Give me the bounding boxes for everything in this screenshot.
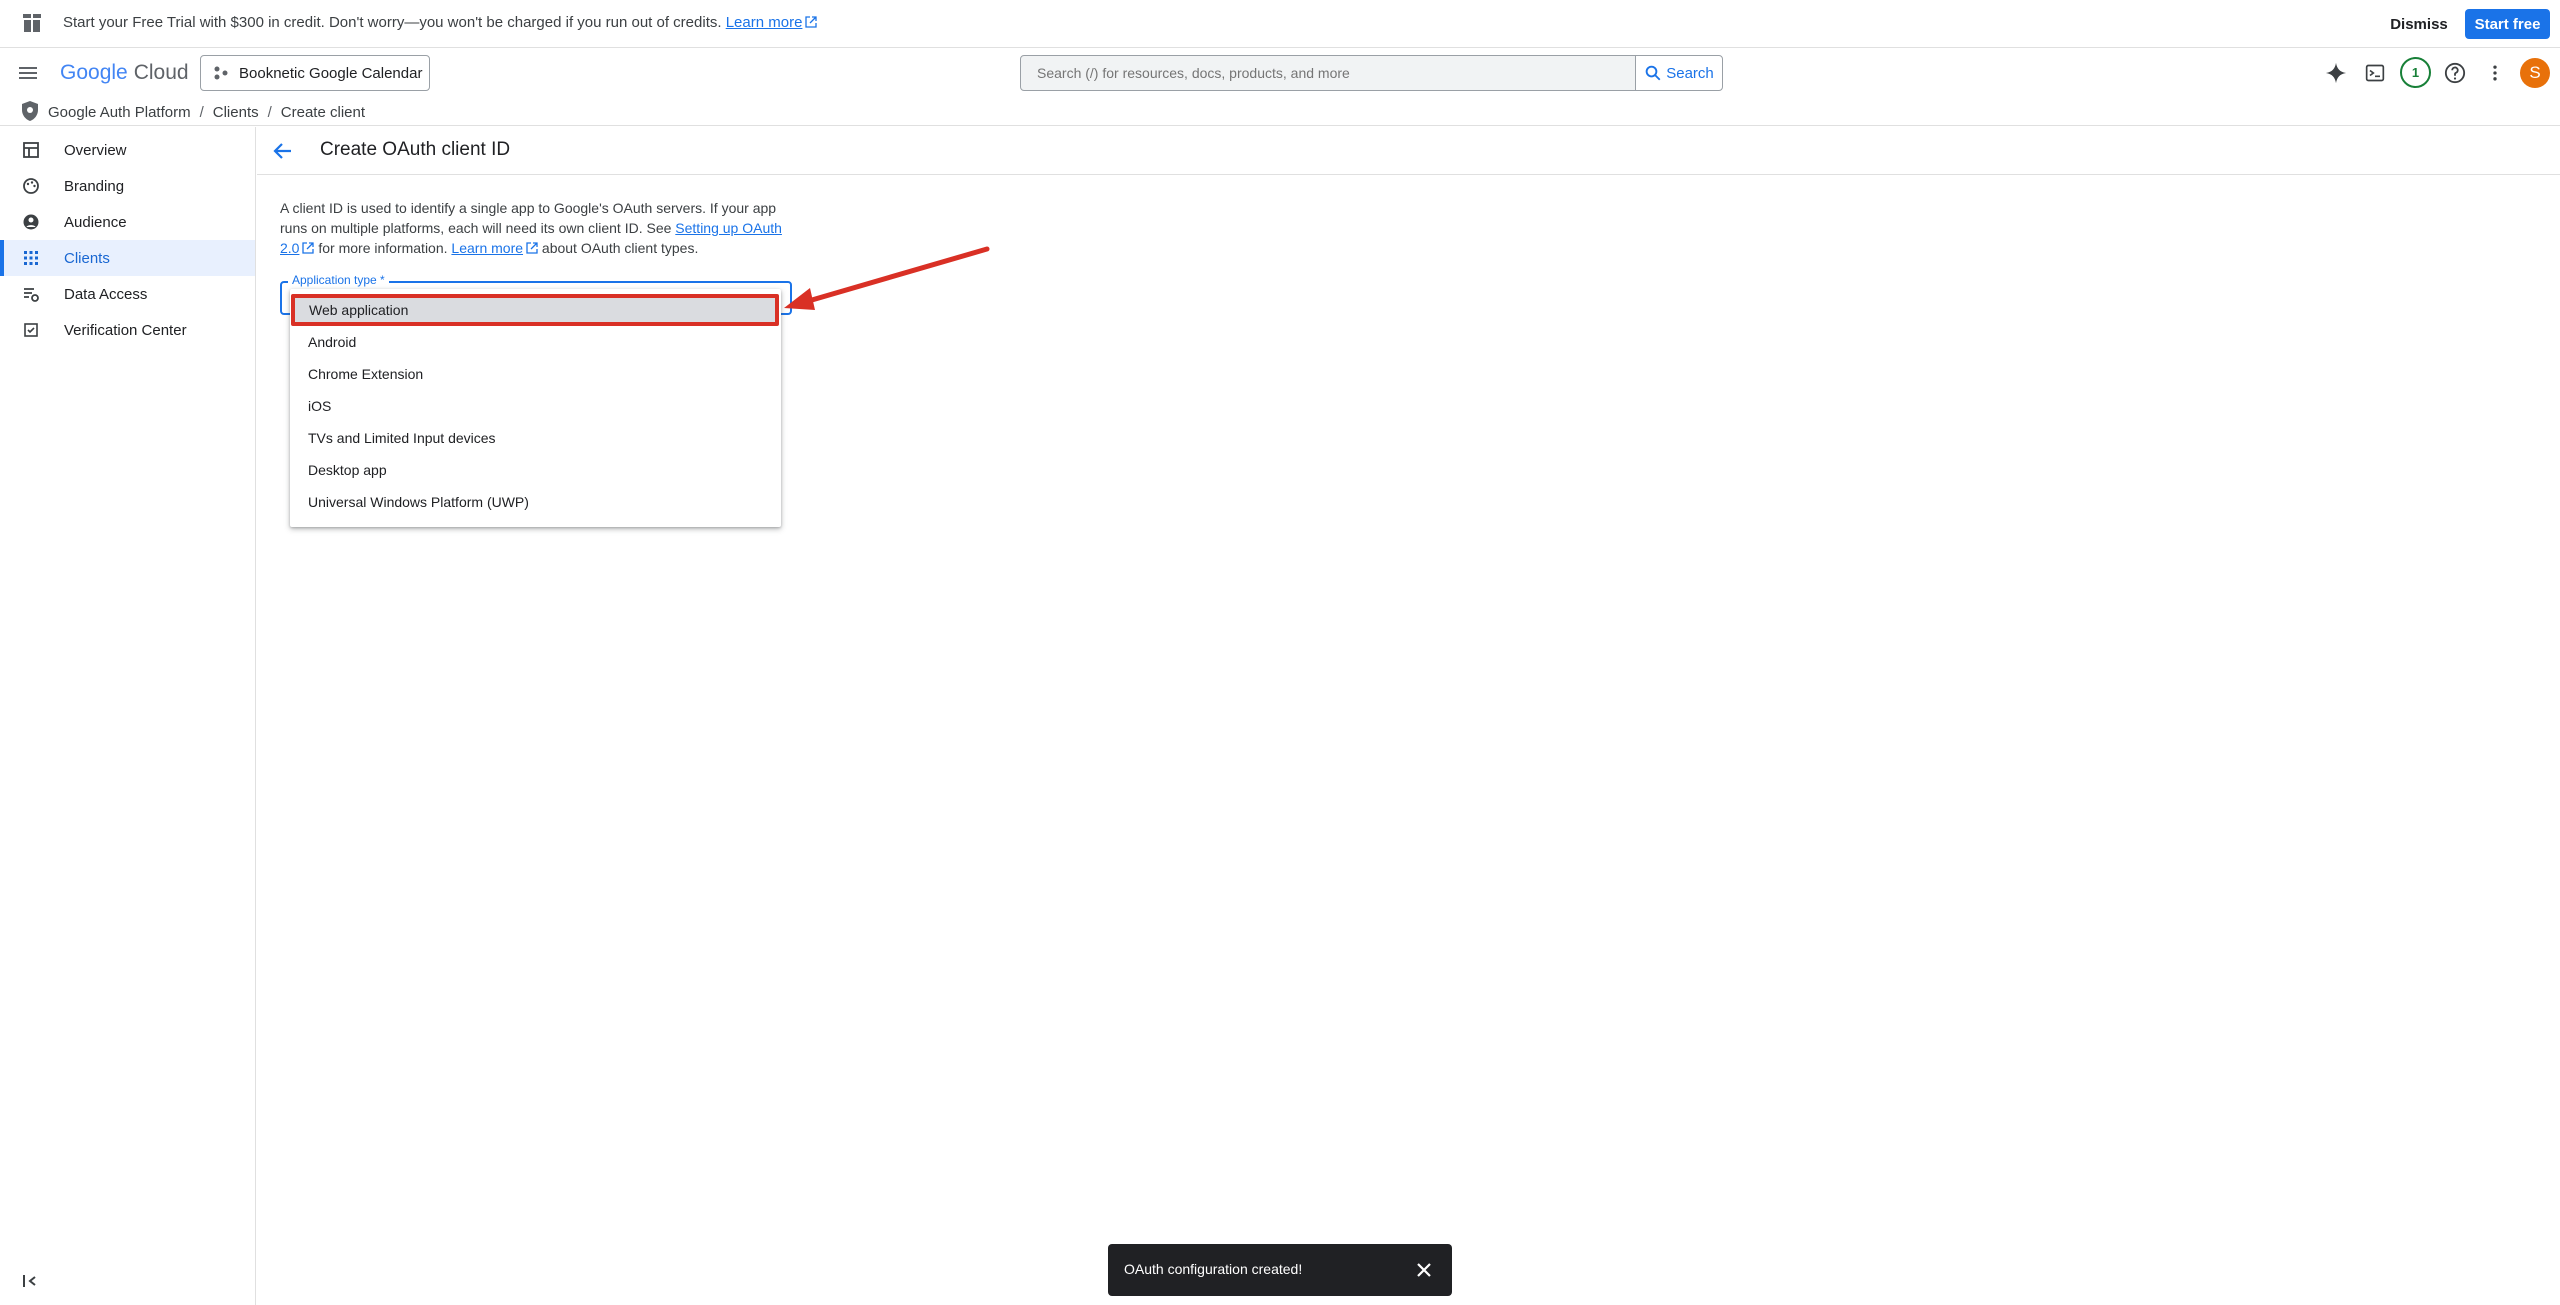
- collapse-sidebar-icon[interactable]: [20, 1271, 40, 1291]
- option-tvs-limited-input[interactable]: TVs and Limited Input devices: [290, 422, 781, 454]
- search-button-label: Search: [1666, 64, 1714, 82]
- option-ios[interactable]: iOS: [290, 390, 781, 422]
- sidebar-item-label: Audience: [64, 214, 127, 231]
- breadcrumb-item-auth-platform[interactable]: Google Auth Platform: [48, 104, 191, 121]
- description-text: about OAuth client types.: [541, 240, 699, 256]
- page-header: Create OAuth client ID: [257, 127, 2560, 175]
- project-icon: [214, 66, 228, 80]
- option-android[interactable]: Android: [290, 326, 781, 358]
- application-type-dropdown: Web application Android Chrome Extension…: [290, 289, 781, 527]
- dismiss-button[interactable]: Dismiss: [2384, 8, 2454, 40]
- data-access-icon: [24, 288, 39, 302]
- option-uwp[interactable]: Universal Windows Platform (UWP): [290, 486, 781, 518]
- google-cloud-logo[interactable]: Google Cloud: [60, 61, 189, 85]
- grid-icon: [24, 251, 38, 265]
- search-button[interactable]: Search: [1635, 55, 1723, 91]
- close-icon[interactable]: [1412, 1258, 1436, 1282]
- gemini-icon[interactable]: [2324, 61, 2348, 85]
- start-free-button[interactable]: Start free: [2465, 9, 2550, 39]
- cloud-shell-icon[interactable]: [2363, 61, 2387, 85]
- logo-cloud: Cloud: [133, 61, 189, 84]
- sidebar-item-branding[interactable]: Branding: [0, 168, 255, 204]
- application-type-label: Application type *: [288, 273, 389, 287]
- sidebar-item-label: Data Access: [64, 286, 148, 303]
- sidebar-item-data-access[interactable]: Data Access: [0, 276, 255, 312]
- breadcrumb-separator: /: [267, 104, 272, 121]
- external-link-icon: [526, 242, 538, 254]
- learn-more-link[interactable]: Learn more: [451, 240, 523, 256]
- toast-message: OAuth configuration created!: [1124, 1261, 1303, 1277]
- avatar[interactable]: S: [2520, 58, 2550, 88]
- page-title: Create OAuth client ID: [320, 139, 511, 160]
- dashboard-icon: [23, 142, 39, 158]
- notifications-badge[interactable]: 1: [2400, 57, 2431, 88]
- sidebar-item-overview[interactable]: Overview: [0, 132, 255, 168]
- sidebar-item-clients[interactable]: Clients: [0, 240, 255, 276]
- banner-text: Start your Free Trial with $300 in credi…: [63, 14, 818, 31]
- person-icon: [23, 214, 39, 230]
- banner-learn-more-link[interactable]: Learn more: [726, 14, 803, 31]
- search-input[interactable]: [1020, 55, 1636, 91]
- sidebar-item-audience[interactable]: Audience: [0, 204, 255, 240]
- breadcrumb-separator: /: [199, 104, 204, 121]
- breadcrumb-item-clients[interactable]: Clients: [213, 104, 259, 121]
- sidebar-item-verification-center[interactable]: Verification Center: [0, 312, 255, 348]
- sidebar-item-label: Verification Center: [64, 322, 187, 339]
- option-chrome-extension[interactable]: Chrome Extension: [290, 358, 781, 390]
- option-web-application[interactable]: Web application: [291, 294, 779, 326]
- menu-icon[interactable]: [16, 61, 40, 85]
- trial-banner: Start your Free Trial with $300 in credi…: [0, 0, 2560, 48]
- description: A client ID is used to identify a single…: [280, 198, 790, 258]
- sidebar-item-label: Clients: [64, 250, 110, 267]
- external-link-icon: [302, 242, 315, 254]
- top-header: Google Cloud Booknetic Google Calendar Se…: [0, 49, 2560, 97]
- more-vert-icon[interactable]: [2483, 61, 2507, 85]
- external-link-icon: [805, 16, 818, 28]
- snackbar-toast: OAuth configuration created!: [1108, 1244, 1452, 1296]
- gift-icon: [23, 14, 41, 32]
- palette-icon: [23, 178, 39, 194]
- search-icon: [1645, 65, 1661, 81]
- checklist-icon: [24, 323, 38, 337]
- project-name: Booknetic Google Calendar: [239, 64, 423, 82]
- description-text: for more information.: [318, 240, 448, 256]
- help-icon[interactable]: [2443, 61, 2467, 85]
- shield-icon: [22, 101, 38, 121]
- project-picker[interactable]: Booknetic Google Calendar: [200, 55, 430, 91]
- sidebar-item-label: Branding: [64, 178, 125, 195]
- breadcrumb-item-create-client: Create client: [280, 104, 366, 121]
- sidebar: Overview Branding Audience Clients Data …: [0, 127, 256, 1305]
- breadcrumb: Google Auth Platform / Clients / Create clie…: [0, 98, 2560, 126]
- back-arrow-icon[interactable]: [271, 139, 295, 163]
- logo-google: Google: [60, 61, 128, 84]
- sidebar-item-label: Overview: [64, 142, 127, 159]
- annotation-arrow-icon: [784, 246, 990, 310]
- option-desktop-app[interactable]: Desktop app: [290, 454, 781, 486]
